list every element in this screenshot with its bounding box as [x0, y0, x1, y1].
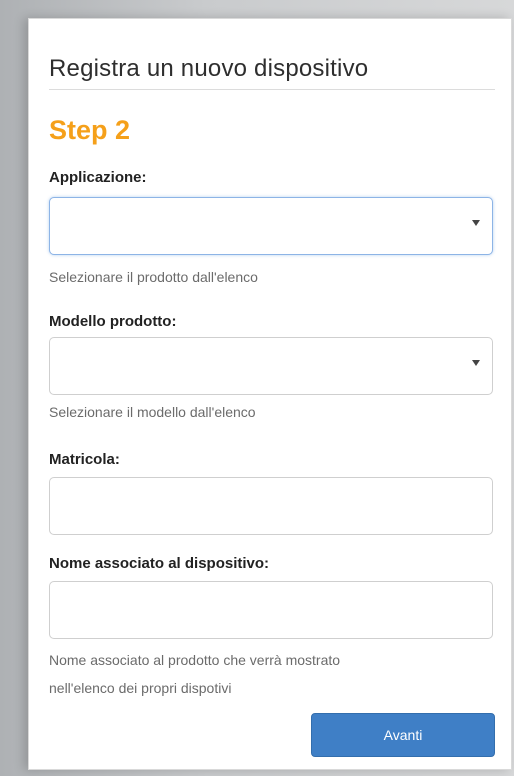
- serial-label: Matricola:: [49, 451, 120, 468]
- chevron-down-icon: [472, 220, 480, 226]
- model-select[interactable]: [49, 337, 493, 395]
- model-label: Modello prodotto:: [49, 313, 177, 330]
- device-name-input[interactable]: [49, 581, 493, 639]
- chevron-down-icon: [472, 360, 480, 366]
- device-name-help-line-1: Nome associato al prodotto che verrà mos…: [49, 652, 341, 668]
- serial-input[interactable]: [49, 477, 493, 535]
- device-name-label: Nome associato al dispositivo:: [49, 555, 270, 572]
- step-heading: Step 2: [49, 115, 131, 145]
- model-help-text: Selezionare il modello dall'elenco: [49, 404, 256, 420]
- register-device-card: Registra un nuovo dispositivo Step 2 App…: [28, 18, 512, 770]
- application-select[interactable]: [49, 197, 493, 255]
- next-button[interactable]: Avanti: [311, 713, 495, 757]
- device-name-help-line-2: nell'elenco dei propri dispotivi: [49, 680, 232, 696]
- title-divider: [49, 89, 495, 90]
- application-label: Applicazione:: [49, 169, 147, 186]
- page-title: Registra un nuovo dispositivo: [49, 55, 369, 82]
- application-help-text: Selezionare il prodotto dall'elenco: [49, 269, 258, 285]
